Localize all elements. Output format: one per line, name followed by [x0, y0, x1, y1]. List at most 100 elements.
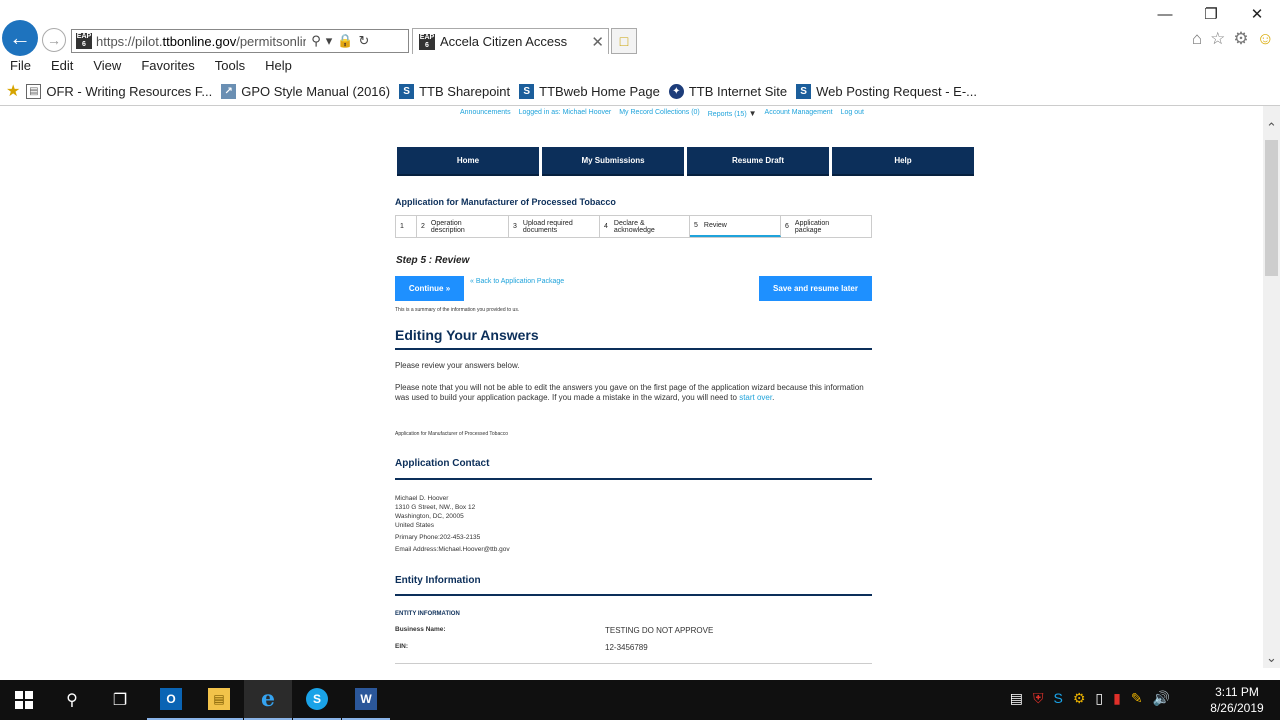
entity-section-label: ENTITY INFORMATION	[395, 611, 460, 617]
menu-favorites[interactable]: Favorites	[131, 56, 204, 78]
favorites-star-icon[interactable]: ☆	[1210, 29, 1225, 49]
start-over-link[interactable]: start over	[739, 393, 772, 402]
ein-label: EIN:	[395, 643, 408, 650]
business-name-label: Business Name:	[395, 626, 446, 633]
contact-email: Email Address:Michael.Hoover@ttb.gov	[395, 546, 510, 553]
gear-icon[interactable]: ⚙	[1233, 29, 1248, 49]
clock[interactable]: 3:11 PM 8/26/2019	[1202, 684, 1272, 716]
contact-city: Washington, DC, 20005	[395, 513, 464, 520]
taskbar-internet-explorer[interactable]: e	[244, 680, 292, 720]
close-window-icon[interactable]: ✕	[1234, 0, 1280, 28]
continue-button[interactable]: Continue »	[395, 276, 464, 301]
usb-icon[interactable]: ▯	[1095, 690, 1103, 707]
application-title: Application for Manufacturer of Processe…	[395, 197, 616, 207]
menu-file[interactable]: File	[0, 56, 41, 78]
step-number: 3	[513, 223, 517, 230]
vpn-key-icon[interactable]: ⚙	[1073, 690, 1086, 707]
mcafee-shield-icon[interactable]: ⛨	[1033, 690, 1044, 707]
tray-device-icon[interactable]: ▤	[1010, 690, 1023, 707]
url-domain: ttbonline.gov	[162, 33, 237, 49]
note-text: Please note that you will not be able to…	[395, 383, 875, 403]
notes-icon[interactable]: ✎	[1131, 690, 1143, 707]
favorite-label: TTB Sharepoint	[419, 83, 511, 99]
start-button[interactable]	[0, 680, 48, 720]
step-1[interactable]: 1	[396, 216, 417, 237]
taskbar-outlook[interactable]: O	[147, 680, 195, 720]
search-icon[interactable]: ⚲	[311, 33, 321, 49]
sharepoint-icon: S	[399, 83, 415, 99]
step-6[interactable]: 6 Application package	[781, 216, 871, 237]
back-button[interactable]: ←	[2, 20, 38, 56]
add-favorites-icon[interactable]: ★	[6, 81, 20, 101]
summary-text: This is a summary of the information you…	[395, 307, 520, 313]
menu-edit[interactable]: Edit	[41, 56, 83, 78]
menu-bar: File Edit View Favorites Tools Help	[0, 56, 302, 78]
battery-icon[interactable]: ▮	[1113, 690, 1121, 707]
save-resume-button[interactable]: Save and resume later	[759, 276, 872, 301]
favorite-ttb-sharepoint[interactable]: S TTB Sharepoint	[399, 83, 511, 99]
contact-name: Michael D. Hoover	[395, 495, 449, 502]
taskbar-word[interactable]: W	[342, 680, 390, 720]
contact-block: Michael D. Hoover 1310 G Street, NW., Bo…	[395, 494, 510, 554]
close-tab-icon[interactable]: ✕	[591, 33, 604, 51]
taskbar-file-explorer[interactable]: ▤	[195, 680, 243, 720]
step-5[interactable]: 5 Review	[690, 216, 781, 237]
step-3[interactable]: 3 Upload required documents	[509, 216, 600, 237]
favorite-ttb-internet[interactable]: ✦ TTB Internet Site	[668, 83, 787, 99]
url-prefix: https://pilot.	[96, 33, 163, 49]
link-announcements[interactable]: Announcements	[460, 109, 511, 118]
doc-icon: ▤	[26, 83, 42, 99]
feedback-smiley-icon[interactable]: ☺	[1257, 29, 1274, 49]
contact-country: United States	[395, 522, 435, 529]
minimize-icon[interactable]: —	[1142, 0, 1188, 28]
dropdown-icon[interactable]: ▾	[326, 33, 333, 49]
application-subtitle: Application for Manufacturer of Processe…	[395, 431, 509, 437]
window-controls: — ❐ ✕	[1142, 0, 1280, 28]
volume-icon[interactable]: 🔊	[1153, 690, 1170, 707]
nav-my-submissions[interactable]: My Submissions	[542, 147, 684, 176]
favorite-web-posting[interactable]: S Web Posting Request - E-...	[796, 83, 977, 99]
address-bar[interactable]: EAP 6 https://pilot. ttbonline.gov /permi…	[71, 29, 409, 53]
note-end: .	[772, 393, 775, 402]
browser-tab[interactable]: EAP 6 Accela Citizen Access ✕	[412, 28, 609, 54]
favorite-ttbweb[interactable]: S TTBweb Home Page	[519, 83, 660, 99]
sharepoint-icon: S	[519, 83, 535, 99]
skype-icon: S	[306, 688, 328, 710]
nav-resume-draft[interactable]: Resume Draft	[687, 147, 829, 176]
skype-tray-icon[interactable]: S	[1053, 690, 1062, 707]
scroll-down-icon[interactable]: ⌄	[1266, 650, 1277, 666]
favorite-gpo[interactable]: ↗ GPO Style Manual (2016)	[221, 83, 391, 99]
favorite-ofr[interactable]: ▤ OFR - Writing Resources F...	[26, 83, 212, 99]
entity-divider	[395, 663, 872, 664]
scroll-up-icon[interactable]: ⌃	[1266, 120, 1277, 136]
business-name-value: TESTING DO NOT APPROVE	[605, 626, 714, 635]
menu-view[interactable]: View	[83, 56, 131, 78]
step-2[interactable]: 2 Operation description	[417, 216, 509, 237]
task-view-button[interactable]: ❐	[96, 680, 144, 720]
vertical-scrollbar[interactable]: ⌃ ⌄	[1263, 106, 1280, 668]
menu-help[interactable]: Help	[255, 56, 302, 78]
contact-phone: Primary Phone:202-453-2135	[395, 534, 481, 541]
link-record-collections[interactable]: My Record Collections (0)	[619, 109, 700, 118]
refresh-icon[interactable]: ↻	[358, 33, 369, 49]
step-4[interactable]: 4 Declare & acknowledge	[600, 216, 690, 237]
step-label: Operation description	[430, 219, 465, 234]
taskbar-skype[interactable]: S	[293, 680, 341, 720]
link-account-management[interactable]: Account Management	[765, 109, 833, 118]
step-number: 5	[694, 222, 698, 229]
scroll-thumb[interactable]	[1265, 140, 1278, 276]
nav-help[interactable]: Help	[832, 147, 974, 176]
favorite-label: GPO Style Manual (2016)	[241, 83, 391, 99]
step-number: 4	[604, 223, 608, 230]
nav-home[interactable]: Home	[397, 147, 539, 176]
new-tab-button[interactable]: □	[611, 28, 637, 54]
back-to-package-link[interactable]: « Back to Application Package	[470, 278, 564, 285]
menu-tools[interactable]: Tools	[205, 56, 255, 78]
link-logout[interactable]: Log out	[841, 109, 864, 118]
home-icon[interactable]: ⌂	[1192, 29, 1202, 49]
link-reports[interactable]: Reports (15) ▼	[708, 109, 757, 118]
search-button[interactable]: ⚲	[48, 680, 96, 720]
forward-button[interactable]: →	[42, 28, 66, 52]
restore-icon[interactable]: ❐	[1188, 0, 1234, 28]
lock-icon[interactable]: 🔒	[337, 33, 353, 49]
